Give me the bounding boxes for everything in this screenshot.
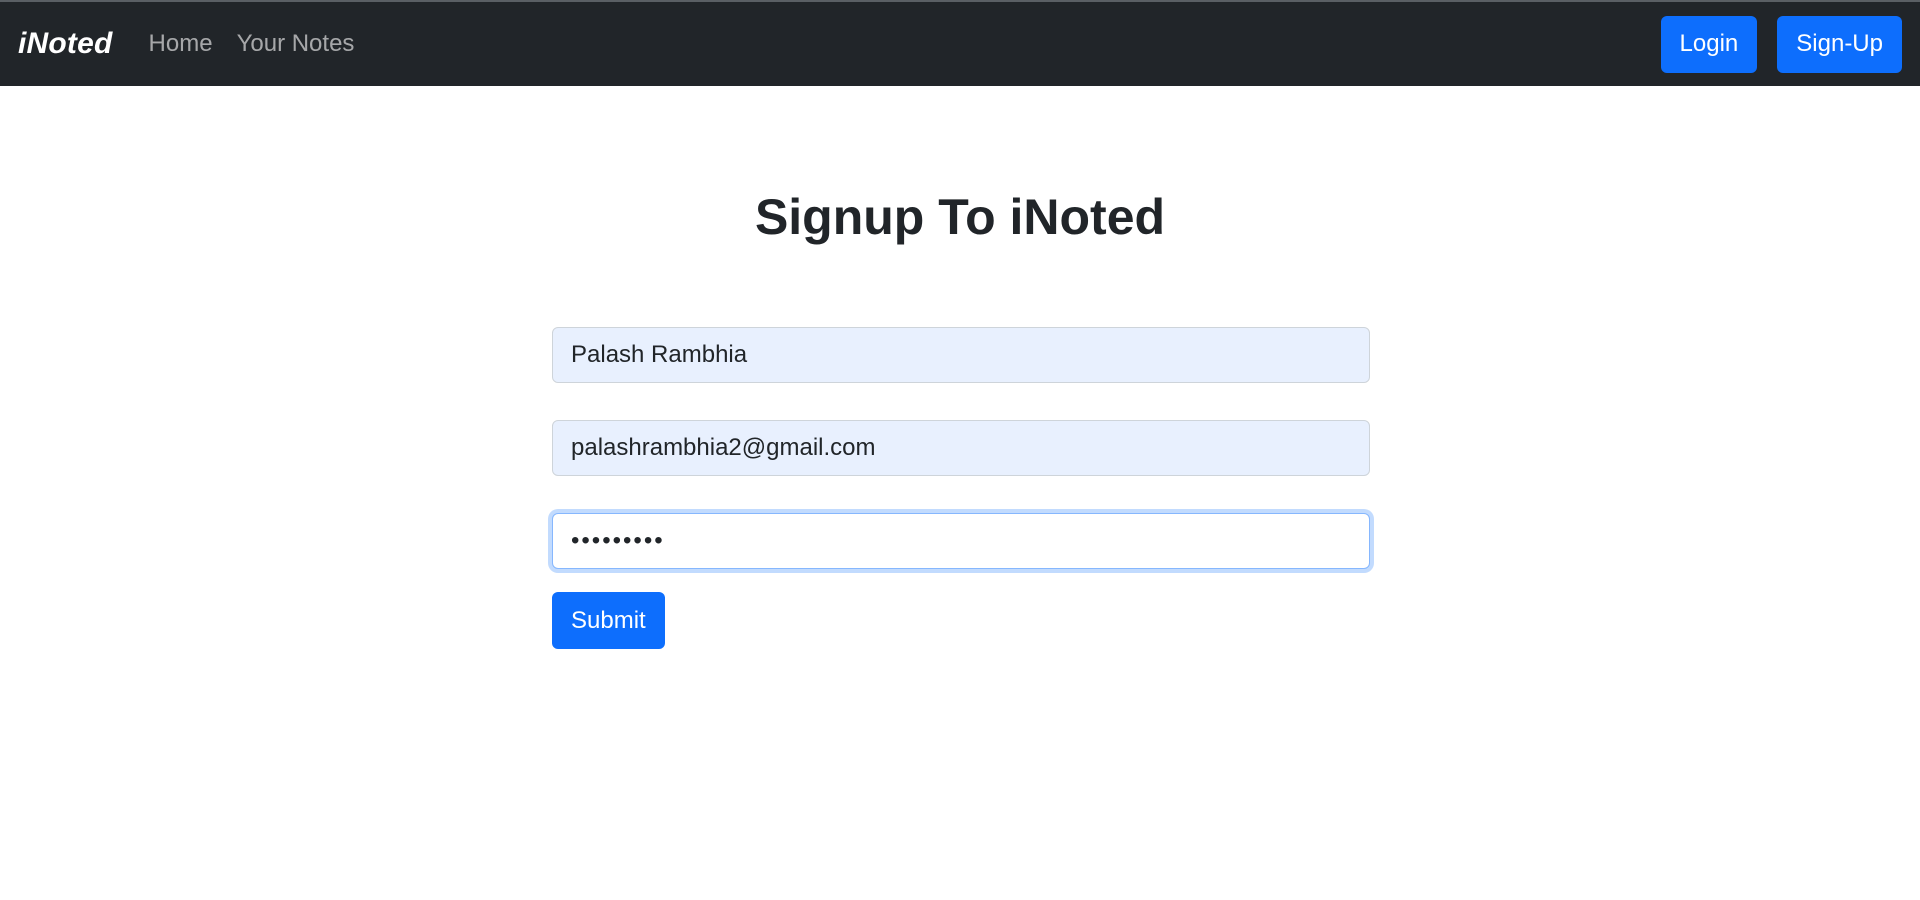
page-title: Signup To iNoted xyxy=(754,189,1166,245)
login-button[interactable]: Login xyxy=(1660,15,1758,73)
signup-form: Submit xyxy=(552,327,1370,649)
nav-link-home[interactable]: Home xyxy=(149,30,213,58)
navbar: iNoted Home Your Notes Login Sign-Up xyxy=(0,2,1920,86)
submit-button[interactable]: Submit xyxy=(552,592,665,649)
email-field[interactable] xyxy=(552,420,1370,476)
signup-button[interactable]: Sign-Up xyxy=(1777,15,1902,73)
password-field[interactable] xyxy=(552,513,1370,569)
name-field[interactable] xyxy=(552,327,1370,383)
nav-link-your-notes[interactable]: Your Notes xyxy=(237,30,355,58)
brand-logo[interactable]: iNoted xyxy=(18,27,113,61)
